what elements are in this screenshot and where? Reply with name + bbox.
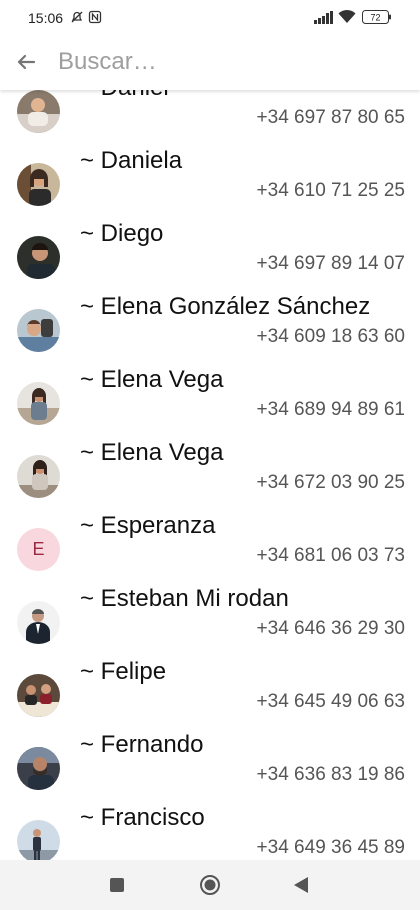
contact-row[interactable]: ~ Daniela +34 610 71 25 25: [0, 147, 420, 226]
contact-avatar: [17, 163, 60, 206]
system-nav-bar: [0, 860, 420, 910]
contact-avatar: [17, 382, 60, 425]
contact-row[interactable]: ~ Daniel +34 697 87 80 65: [0, 74, 420, 153]
contact-phone: +34 645 49 06 63: [256, 691, 405, 712]
search-bar: [0, 36, 420, 90]
contact-name: ~ Diego: [80, 220, 164, 247]
contact-phone: +34 609 18 63 60: [256, 326, 405, 347]
contact-row[interactable]: ~ Elena González Sánchez +34 609 18 63 6…: [0, 293, 420, 372]
contact-avatar: [17, 309, 60, 352]
contact-avatar: [17, 455, 60, 498]
contact-row[interactable]: ~ Elena Vega +34 689 94 89 61: [0, 366, 420, 445]
contact-row[interactable]: ~ Diego +34 697 89 14 07: [0, 220, 420, 299]
contact-name: ~ Fernando: [80, 731, 204, 758]
contact-name: ~ Esperanza: [80, 512, 216, 539]
contact-phone: +34 649 36 45 89: [256, 837, 405, 858]
contact-row[interactable]: E ~ Esperanza +34 681 06 03 73: [0, 512, 420, 591]
back-button[interactable]: [292, 875, 310, 900]
contact-phone: +34 689 94 89 61: [256, 399, 405, 420]
contact-row[interactable]: ~ Elena Vega +34 672 03 90 25: [0, 439, 420, 518]
contact-initial: E: [17, 528, 60, 571]
contact-avatar: [17, 601, 60, 644]
contact-name: ~ Francisco: [80, 804, 205, 831]
contact-phone: +34 610 71 25 25: [256, 180, 405, 201]
contact-name: ~ Elena Vega: [80, 366, 224, 393]
contact-avatar: E: [17, 528, 60, 571]
contact-avatar: [17, 820, 60, 863]
contact-name: ~ Felipe: [80, 658, 167, 685]
contact-name: ~ Elena González Sánchez: [80, 293, 371, 320]
search-input[interactable]: [58, 44, 398, 80]
recent-apps-button[interactable]: [109, 877, 125, 898]
contact-avatar: [17, 90, 60, 133]
contact-avatar: [17, 236, 60, 279]
contact-row[interactable]: ~ Fernando +34 636 83 19 86: [0, 731, 420, 810]
contact-row[interactable]: ~ Esteban Mi rodan +34 646 36 29 30: [0, 585, 420, 664]
contact-phone: +34 697 89 14 07: [256, 253, 405, 274]
contact-list[interactable]: ~ Daniel +34 697 87 80 65 ~ Daniela +34 …: [0, 0, 420, 910]
back-arrow-icon[interactable]: [12, 48, 40, 76]
contact-phone: +34 681 06 03 73: [256, 545, 405, 566]
contact-avatar: [17, 674, 60, 717]
contact-phone: +34 672 03 90 25: [256, 472, 405, 493]
contact-name: ~ Elena Vega: [80, 439, 224, 466]
contact-phone: +34 636 83 19 86: [256, 764, 405, 785]
contact-name: ~ Daniela: [80, 147, 183, 174]
home-button[interactable]: [199, 874, 221, 901]
contact-phone: +34 697 87 80 65: [256, 107, 405, 128]
contact-row[interactable]: ~ Felipe +34 645 49 06 63: [0, 658, 420, 737]
contact-phone: +34 646 36 29 30: [256, 618, 405, 639]
contact-name: ~ Esteban Mi rodan: [80, 585, 289, 612]
contact-avatar: [17, 747, 60, 790]
